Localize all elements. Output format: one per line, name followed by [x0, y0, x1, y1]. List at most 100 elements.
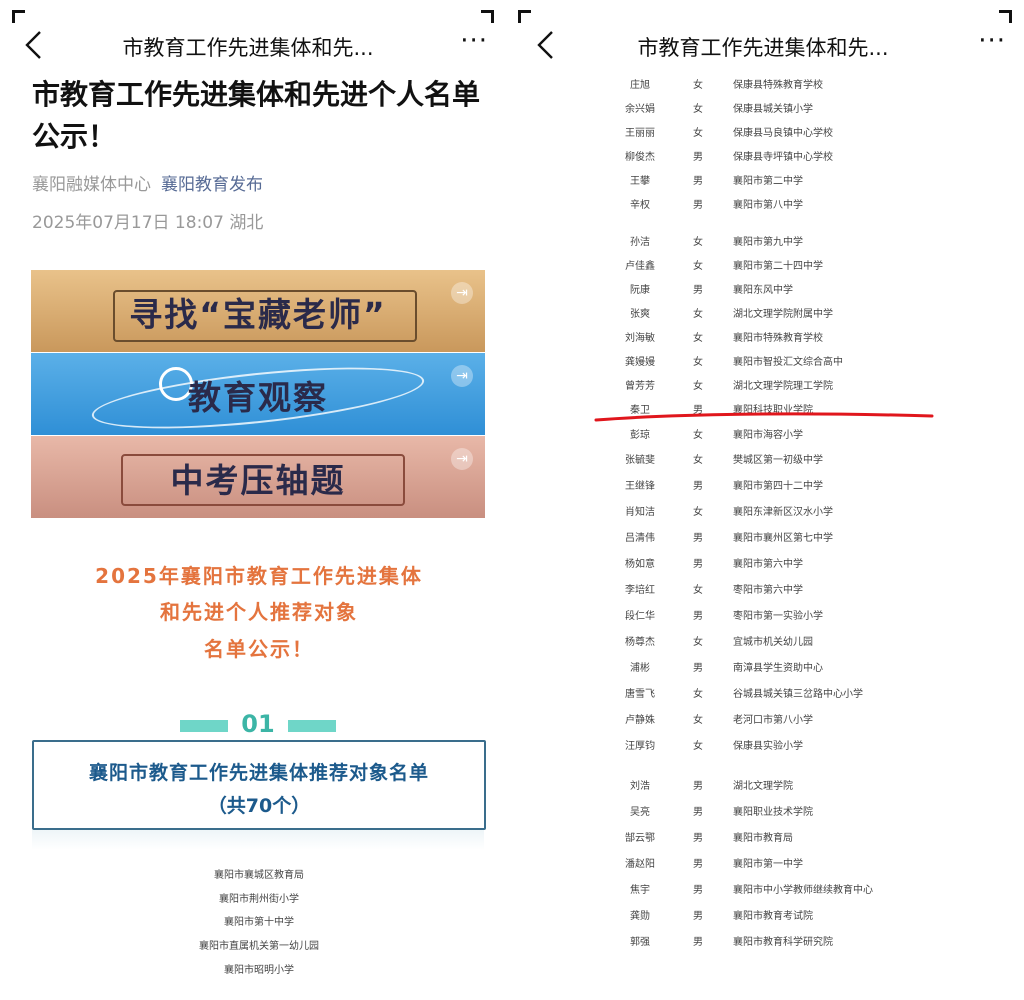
person-school: 襄阳市第八中学	[733, 200, 803, 211]
open-link-icon[interactable]: ⇥	[451, 282, 473, 304]
table-row: 孙洁 女 襄阳市第九中学	[512, 233, 1024, 249]
person-school: 襄阳市第四十二中学	[733, 481, 823, 492]
person-name: 李培红	[625, 585, 655, 596]
person-school: 湖北文理学院理工学院	[733, 381, 833, 392]
person-name: 龚勋	[630, 911, 650, 922]
table-row: 杨尊杰 女 宜城市机关幼儿园	[512, 633, 1024, 649]
person-name: 杨尊杰	[625, 637, 655, 648]
section-number: 01	[241, 710, 275, 738]
person-sex: 男	[693, 911, 703, 922]
person-sex: 女	[693, 381, 703, 392]
table-row: 浦彬 男 南漳县学生资助中心	[512, 659, 1024, 675]
person-sex: 女	[693, 128, 703, 139]
right-screenshot: 市教育工作先进集体和先... ··· 庄旭女保康县特殊教育学校 余兴娟女保康县城关…	[512, 0, 1024, 1000]
person-name: 郭强	[630, 937, 650, 948]
person-school: 樊城区第一初级中学	[733, 455, 823, 466]
person-school: 襄阳市中小学教师继续教育中心	[733, 885, 873, 896]
headline-line-2: 和先进个人推荐对象	[160, 600, 358, 624]
person-sex: 女	[693, 309, 703, 320]
person-name: 唐雪飞	[625, 689, 655, 700]
table-row: 曾芳芳 女 湖北文理学院理工学院	[512, 377, 1024, 393]
banner-education-observe[interactable]: 教育观察 ⇥	[31, 353, 485, 435]
table-row: 柳俊杰 男 保康县寺坪镇中心学校	[512, 148, 1024, 164]
person-school: 枣阳市第一实验小学	[733, 611, 823, 622]
person-sex: 女	[693, 237, 703, 248]
person-name: 张毓斐	[625, 455, 655, 466]
org-list-item: 襄阳市第十中学	[224, 917, 294, 928]
account-link[interactable]: 襄阳教育发布	[161, 175, 263, 195]
person-sex: 女	[693, 333, 703, 344]
open-link-icon[interactable]: ⇥	[451, 448, 473, 470]
table-row: 杨如意 男 襄阳市第六中学	[512, 555, 1024, 571]
table-row: 刘海敏 女 襄阳市特殊教育学校	[512, 329, 1024, 345]
person-sex: 女	[693, 507, 703, 518]
table-row: 龚嫚嫚 女 襄阳市智投汇文综合高中	[512, 353, 1024, 369]
person-name: 郜云鄂	[625, 833, 655, 844]
section-count: （共70个）	[207, 795, 311, 817]
person-name: 余兴娟	[625, 104, 655, 115]
person-sex: 男	[693, 285, 703, 296]
more-button[interactable]: ···	[978, 26, 1006, 56]
person-name: 浦彬	[630, 663, 650, 674]
person-sex: 女	[693, 261, 703, 272]
person-sex: 男	[693, 885, 703, 896]
banner-treasure-teacher[interactable]: 寻找“宝藏老师” ⇥	[31, 270, 485, 352]
person-school: 襄阳市第六中学	[733, 559, 803, 570]
org-list-item: 襄阳市荆州街小学	[219, 894, 299, 905]
person-school: 老河口市第八小学	[733, 715, 813, 726]
person-sex: 女	[693, 357, 703, 368]
article-datetime: 2025年07月17日 18:07 湖北	[32, 213, 264, 233]
decor-bar	[288, 720, 336, 732]
person-sex: 男	[693, 663, 703, 674]
person-sex: 男	[693, 859, 703, 870]
person-school: 湖北文理学院附属中学	[733, 309, 833, 320]
nav-bar: 市教育工作先进集体和先... ···	[0, 22, 506, 68]
table-row: 潘赵阳 男 襄阳市第一中学	[512, 855, 1024, 871]
banner-exam-question[interactable]: 中考压轴题 ⇥	[31, 436, 485, 518]
table-row: 段仁华 男 枣阳市第一实验小学	[512, 607, 1024, 623]
person-name: 吴亮	[630, 807, 650, 818]
section-title-box: 襄阳市教育工作先进集体推荐对象名单 （共70个）	[32, 740, 486, 830]
back-button[interactable]	[532, 28, 558, 62]
nav-title: 市教育工作先进集体和先...	[122, 36, 374, 60]
more-button[interactable]: ···	[460, 26, 488, 56]
person-name: 刘海敏	[625, 333, 655, 344]
person-sex: 女	[693, 104, 703, 115]
nav-title: 市教育工作先进集体和先...	[637, 36, 889, 60]
table-row: 王继锋 男 襄阳市第四十二中学	[512, 477, 1024, 493]
table-row: 张爽 女 湖北文理学院附属中学	[512, 305, 1024, 321]
person-school: 保康县实验小学	[733, 741, 803, 752]
article-title: 市教育工作先进集体和先进个人名单公示！	[32, 78, 481, 153]
person-name: 王攀	[630, 176, 650, 187]
headline-line-1: 2025年襄阳市教育工作先进集体	[95, 564, 423, 588]
table-row: 王丽丽 女 保康县马良镇中心学校	[512, 124, 1024, 140]
org-list-item: 襄阳市昭明小学	[224, 965, 294, 976]
table-row: 卢静姝 女 老河口市第八小学	[512, 711, 1024, 727]
person-name: 辛权	[630, 200, 650, 211]
table-row: 辛权 男 襄阳市第八中学	[512, 196, 1024, 212]
person-school: 保康县马良镇中心学校	[733, 128, 833, 139]
open-link-icon[interactable]: ⇥	[451, 365, 473, 387]
table-row: 王攀 男 襄阳市第二中学	[512, 172, 1024, 188]
person-school: 湖北文理学院	[733, 781, 793, 792]
person-school: 襄阳市第二十四中学	[733, 261, 823, 272]
person-sex: 女	[693, 637, 703, 648]
left-screenshot: 市教育工作先进集体和先... ··· 市教育工作先进集体和先进个人名单公示！ 襄…	[0, 0, 506, 1000]
person-name: 阮康	[630, 285, 650, 296]
back-button[interactable]	[20, 28, 46, 62]
person-school: 保康县城关镇小学	[733, 104, 813, 115]
person-sex: 女	[693, 430, 703, 441]
table-row: 庄旭 女 保康县特殊教育学校	[512, 76, 1024, 92]
person-school: 襄阳市第一中学	[733, 859, 803, 870]
person-school: 襄阳市教育局	[733, 833, 793, 844]
person-school: 襄阳市特殊教育学校	[733, 333, 823, 344]
table-row: 刘浩 男 湖北文理学院	[512, 777, 1024, 793]
person-name: 卢静姝	[625, 715, 655, 726]
person-sex: 男	[693, 533, 703, 544]
section-number-badge: 01	[180, 710, 336, 740]
person-name: 王继锋	[625, 481, 655, 492]
person-sex: 男	[693, 781, 703, 792]
person-school: 枣阳市第六中学	[733, 585, 803, 596]
person-name: 杨如意	[625, 559, 655, 570]
table-row: 卢佳鑫 女 襄阳市第二十四中学	[512, 257, 1024, 273]
